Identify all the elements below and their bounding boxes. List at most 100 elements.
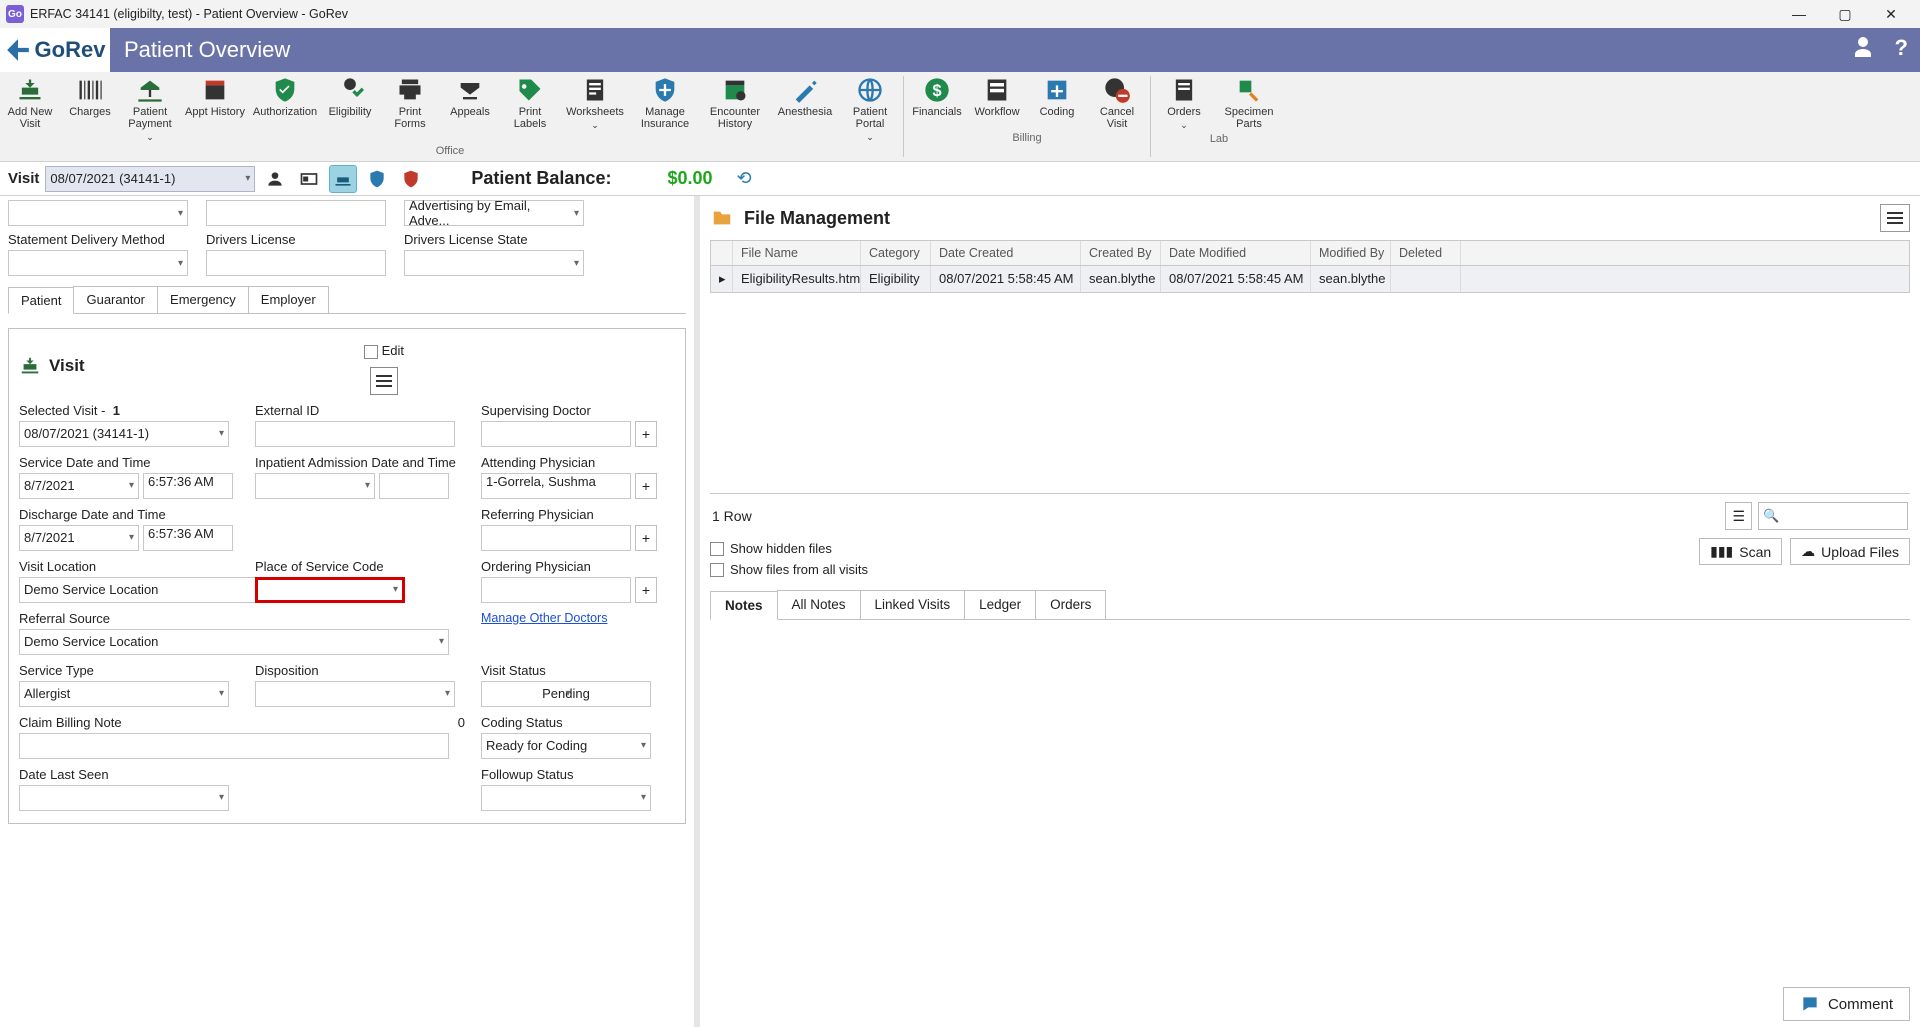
app-logo: GoRev <box>0 28 110 72</box>
col-file-name[interactable]: File Name <box>733 241 861 265</box>
supervising-doctor-add[interactable]: + <box>635 421 657 447</box>
tab-notes[interactable]: Notes <box>710 591 778 620</box>
attending-add[interactable]: + <box>635 473 657 499</box>
orders-button[interactable]: Orders⌄ <box>1154 72 1214 131</box>
patient-payment-button[interactable]: Patient Payment⌄ <box>120 72 180 143</box>
shield-warn-icon[interactable] <box>397 165 425 193</box>
eligibility-button[interactable]: Eligibility <box>320 72 380 143</box>
col-created-by[interactable]: Created By <box>1081 241 1161 265</box>
row-expand-icon[interactable]: ▸ <box>711 266 733 292</box>
tab-all-notes[interactable]: All Notes <box>777 590 861 619</box>
selected-visit-combo[interactable]: 08/07/2021 (34141-1)▾ <box>19 421 229 447</box>
print-labels-button[interactable]: Print Labels <box>500 72 560 143</box>
date-last-seen-combo[interactable]: ▾ <box>19 785 229 811</box>
upload-files-button[interactable]: ☁Upload Files <box>1790 538 1910 565</box>
encounter-history-button[interactable]: Encounter History <box>700 72 770 143</box>
visit-selector[interactable]: 08/07/2021 (34141-1)▾ <box>45 166 255 192</box>
bed-icon[interactable] <box>329 165 357 193</box>
shield-check-icon[interactable] <box>363 165 391 193</box>
person-icon[interactable] <box>261 165 289 193</box>
appt-history-button[interactable]: Appt History <box>180 72 250 143</box>
discharge-date[interactable]: 8/7/2021▾ <box>19 525 139 551</box>
patient-portal-button[interactable]: Patient Portal⌄ <box>840 72 900 143</box>
referring-label: Referring Physician <box>481 507 681 522</box>
add-new-visit-button[interactable]: Add New Visit <box>0 72 60 143</box>
visit-location-combo[interactable]: Demo Service Location▾ <box>19 577 279 603</box>
window-maximize-button[interactable]: ▢ <box>1822 0 1868 28</box>
service-time[interactable]: 6:57:36 AM <box>143 473 233 499</box>
help-icon[interactable]: ? <box>1895 35 1908 65</box>
show-all-visits-checkbox[interactable]: Show files from all visits <box>710 559 868 580</box>
authorization-button[interactable]: Authorization <box>250 72 320 143</box>
balance-label: Patient Balance: <box>471 168 611 189</box>
col-deleted[interactable]: Deleted <box>1391 241 1461 265</box>
user-icon[interactable] <box>1851 35 1875 65</box>
tab-ledger[interactable]: Ledger <box>964 590 1036 619</box>
workflow-button[interactable]: Workflow <box>967 72 1027 130</box>
specimen-parts-button[interactable]: Specimen Parts <box>1214 72 1284 131</box>
manage-insurance-button[interactable]: Manage Insurance <box>630 72 700 143</box>
right-pane: File Management File Name Category Date … <box>700 196 1920 1027</box>
place-of-service-combo[interactable]: ▾ <box>255 577 405 603</box>
tab-guarantor[interactable]: Guarantor <box>73 286 158 313</box>
ordering-add[interactable]: + <box>635 577 657 603</box>
visit-status-combo[interactable]: Pending▾ <box>481 681 651 707</box>
scan-button[interactable]: ▮▮▮Scan <box>1699 538 1782 565</box>
external-id-input[interactable] <box>255 421 455 447</box>
referring-add[interactable]: + <box>635 525 657 551</box>
file-management-menu[interactable] <box>1880 204 1910 232</box>
show-hidden-checkbox[interactable]: Show hidden files <box>710 538 868 559</box>
file-list-menu[interactable]: ☰ <box>1725 502 1752 530</box>
claim-billing-input[interactable] <box>19 733 449 759</box>
window-close-button[interactable]: ✕ <box>1868 0 1914 28</box>
service-date[interactable]: 8/7/2021▾ <box>19 473 139 499</box>
referral-source-label: Referral Source <box>19 611 465 626</box>
drivers-license-state-combo[interactable]: ▾ <box>404 250 584 276</box>
col-date-created[interactable]: Date Created <box>931 241 1081 265</box>
blank-combo-1[interactable]: ▾ <box>8 200 188 226</box>
edit-checkbox[interactable]: Edit <box>364 343 404 359</box>
card-icon[interactable] <box>295 165 323 193</box>
tab-employer[interactable]: Employer <box>248 286 329 313</box>
advertising-combo[interactable]: Advertising by Email, Adve...▾ <box>404 200 584 226</box>
discharge-time[interactable]: 6:57:36 AM <box>143 525 233 551</box>
cancel-visit-button[interactable]: Cancel Visit <box>1087 72 1147 130</box>
followup-label: Followup Status <box>481 767 681 782</box>
charges-button[interactable]: Charges <box>60 72 120 143</box>
col-date-modified[interactable]: Date Modified <box>1161 241 1311 265</box>
appeals-button[interactable]: Appeals <box>440 72 500 143</box>
drivers-license-input[interactable] <box>206 250 386 276</box>
anesthesia-button[interactable]: Anesthesia <box>770 72 840 143</box>
supervising-doctor-input[interactable] <box>481 421 631 447</box>
visit-panel-menu[interactable] <box>370 367 398 395</box>
comment-button[interactable]: Comment <box>1783 987 1910 1021</box>
coding-button[interactable]: Coding <box>1027 72 1087 130</box>
manage-other-doctors-link[interactable]: Manage Other Doctors <box>481 611 681 625</box>
tab-patient[interactable]: Patient <box>8 287 74 314</box>
tab-orders[interactable]: Orders <box>1035 590 1106 619</box>
attending-input[interactable]: 1-Gorrela, Sushma <box>481 473 631 499</box>
followup-combo[interactable]: ▾ <box>481 785 651 811</box>
referring-input[interactable] <box>481 525 631 551</box>
worksheets-button[interactable]: Worksheets⌄ <box>560 72 630 143</box>
inpatient-time[interactable] <box>379 473 449 499</box>
print-forms-button[interactable]: Print Forms <box>380 72 440 143</box>
table-row[interactable]: ▸ EligibilityResults.html Eligibility 08… <box>711 266 1909 292</box>
statement-delivery-combo[interactable]: ▾ <box>8 250 188 276</box>
col-category[interactable]: Category <box>861 241 931 265</box>
blank-input-1[interactable] <box>206 200 386 226</box>
window-minimize-button[interactable]: — <box>1776 0 1822 28</box>
referral-source-combo[interactable]: Demo Service Location▾ <box>19 629 449 655</box>
file-search[interactable]: 🔍 <box>1758 502 1908 530</box>
financials-button[interactable]: $Financials <box>907 72 967 130</box>
refresh-icon[interactable]: ⟲ <box>737 168 752 189</box>
col-modified-by[interactable]: Modified By <box>1311 241 1391 265</box>
visit-location-label: Visit Location <box>19 559 239 574</box>
service-type-combo[interactable]: Allergist▾ <box>19 681 229 707</box>
disposition-combo[interactable]: ▾ <box>255 681 455 707</box>
tab-linked-visits[interactable]: Linked Visits <box>860 590 966 619</box>
ordering-input[interactable] <box>481 577 631 603</box>
tab-emergency[interactable]: Emergency <box>157 286 249 313</box>
inpatient-date[interactable]: ▾ <box>255 473 375 499</box>
coding-status-combo[interactable]: Ready for Coding▾ <box>481 733 651 759</box>
